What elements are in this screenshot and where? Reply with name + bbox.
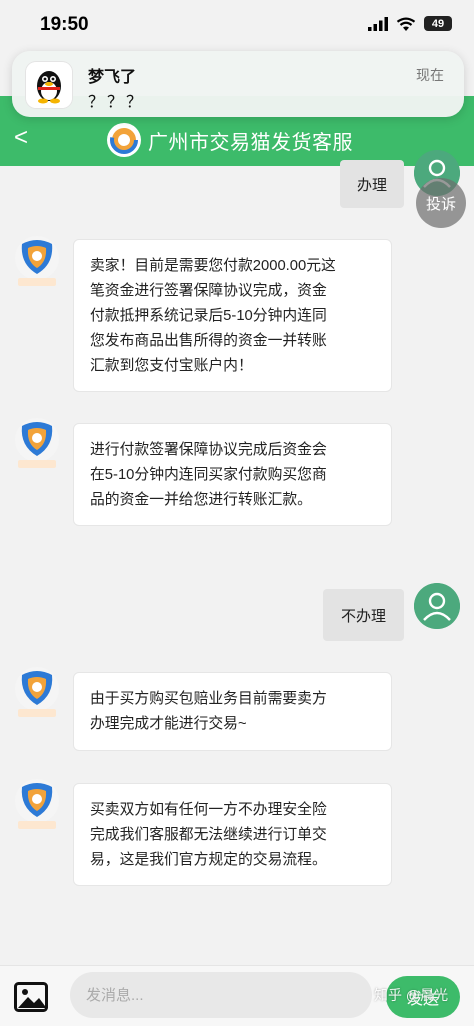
notification-sender: 梦飞了 — [88, 69, 137, 86]
image-icon[interactable] — [14, 982, 48, 1012]
qq-penguin-icon — [26, 62, 72, 108]
message-line: 买卖双方如有任何一方不办理安全险 — [90, 802, 327, 818]
agent-avatar-icon[interactable] — [14, 665, 60, 723]
message-bubble-left: 卖家！目前是需要您付款2000.00元这 笔资金进行签署保障协议完成，资金 付款… — [73, 239, 392, 392]
notification-banner[interactable]: 梦飞了 ？？？ 现在 — [12, 51, 464, 117]
message-line: 由于买方购买包赔业务目前需要卖方 — [90, 691, 327, 707]
message-line: 在5-10分钟内连同买家付款购买您商 — [90, 467, 327, 483]
notification-time: 现在 — [416, 67, 444, 83]
message-bubble-left: 由于买方购买包赔业务目前需要卖方 办理完成才能进行交易~ — [73, 672, 392, 751]
status-icons: 49 — [368, 16, 452, 31]
message-line: 进行付款签署保障协议完成后资金会 — [90, 442, 327, 458]
signal-icon — [368, 16, 388, 31]
message-line: 卖家！目前是需要您付款2000.00元这 — [90, 258, 336, 274]
message-input[interactable] — [70, 972, 372, 1018]
message-bubble-right: 办理 — [340, 160, 404, 208]
agent-avatar-icon[interactable] — [14, 234, 60, 292]
agent-avatar-icon[interactable] — [14, 416, 60, 474]
message-line: 易，这是我们官方规定的交易流程。 — [90, 852, 327, 868]
message-bubble-right: 不办理 — [323, 589, 404, 641]
message-text: 不办理 — [340, 607, 386, 625]
notification-message: ？？？ — [88, 94, 146, 111]
user-avatar-icon[interactable] — [414, 583, 460, 629]
wifi-icon — [396, 17, 416, 31]
message-line: 汇款到您支付宝账户内！ — [90, 358, 253, 374]
status-bar: 19:50 49 — [0, 0, 474, 48]
message-bubble-left: 买卖双方如有任何一方不办理安全险 完成我们客服都无法继续进行订单交 易，这是我们… — [73, 783, 392, 886]
message-line: 办理完成才能进行交易~ — [90, 716, 247, 732]
back-arrow-icon[interactable]: < — [14, 124, 28, 152]
message-line: 付款抵押系统记录后5-10分钟内连同 — [90, 308, 327, 324]
status-time: 19:50 — [40, 14, 89, 35]
message-line: 品的资金一并给您进行转账汇款。 — [90, 492, 312, 508]
agent-avatar-icon[interactable] — [14, 777, 60, 835]
message-line: 笔资金进行签署保障协议完成，资金 — [90, 283, 327, 299]
watermark: 知乎 @晨光 — [374, 987, 449, 1003]
battery-icon: 49 — [424, 16, 452, 31]
jiaoyimao-logo-icon — [107, 123, 141, 157]
chat-title: 广州市交易猫发货客服 — [148, 132, 353, 154]
complaint-button[interactable]: 投诉 — [416, 178, 466, 228]
message-text: 办理 — [356, 176, 387, 194]
message-line: 完成我们客服都无法继续进行订单交 — [90, 827, 327, 843]
message-line: 您发布商品出售所得的资金一并转账 — [90, 333, 327, 349]
message-bubble-left: 进行付款签署保障协议完成后资金会 在5-10分钟内连同买家付款购买您商 品的资金… — [73, 423, 392, 526]
